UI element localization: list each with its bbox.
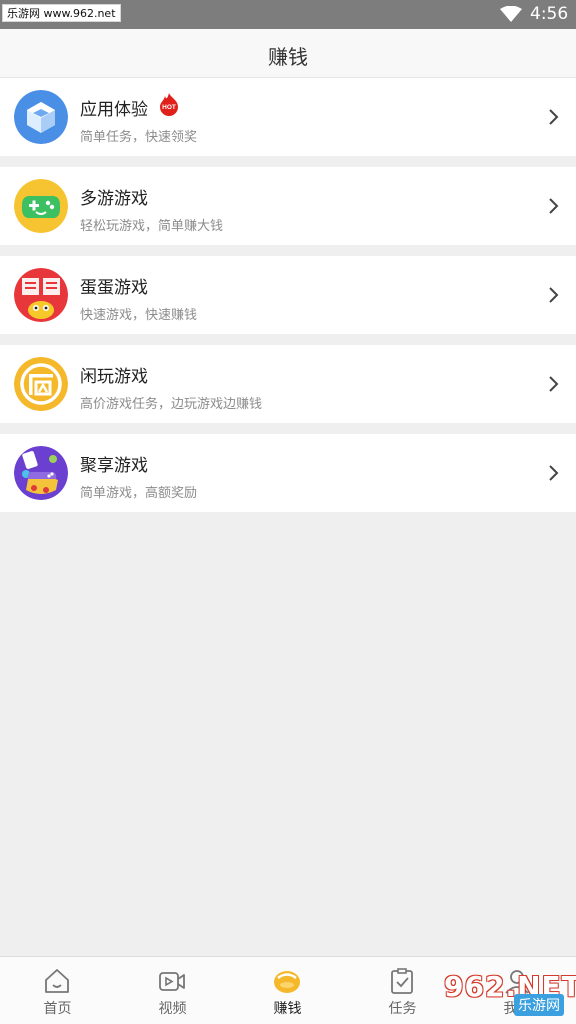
tab-video[interactable]: 视频 (115, 957, 230, 1024)
item-subtitle: 高价游戏任务，边玩游戏边赚钱 (80, 397, 263, 412)
watermark: 乐游网 www.962.net (2, 4, 121, 22)
home-icon (45, 969, 69, 993)
item-title: 应用体验 (80, 100, 148, 120)
item-title: 蛋蛋游戏 (80, 278, 148, 298)
item-title: 闲玩游戏 (80, 367, 148, 387)
item-title: 聚享游戏 (80, 456, 148, 476)
item-subtitle: 简单任务，快速领奖 (80, 130, 198, 145)
hot-badge-label: HOT (162, 104, 176, 111)
chevron-right-icon (549, 109, 559, 125)
dandan-icon (14, 268, 68, 322)
tab-label: 视频 (158, 1001, 187, 1017)
title-bar: 赚钱 (0, 29, 576, 78)
xianwan-icon (14, 357, 68, 411)
list-item-duoyou[interactable]: 多游游戏 轻松玩游戏，简单赚大钱 (0, 167, 576, 245)
task-icon (391, 968, 413, 994)
item-title: 多游游戏 (80, 189, 148, 209)
item-subtitle: 轻松玩游戏，简单赚大钱 (80, 219, 224, 234)
gamepad-icon (14, 179, 68, 233)
item-subtitle: 快速游戏，快速赚钱 (80, 308, 198, 323)
tab-earn[interactable]: 赚钱 (230, 957, 345, 1024)
site-watermark: 962.NET 乐游网 (436, 966, 576, 1020)
coin-icon (274, 971, 300, 993)
page-title: 赚钱 (268, 45, 308, 69)
tab-home[interactable]: 首页 (0, 957, 115, 1024)
hot-badge-icon: HOT (160, 93, 178, 116)
chevron-right-icon (549, 198, 559, 214)
list-item-juxiang[interactable]: 聚享游戏 简单游戏，高额奖励 (0, 434, 576, 512)
tab-label: 赚钱 (273, 1001, 302, 1017)
item-subtitle: 简单游戏，高额奖励 (80, 486, 198, 501)
list-item-app-experience[interactable]: 应用体验 简单任务，快速领奖 (0, 78, 576, 156)
wifi-icon (500, 6, 522, 22)
juxiang-icon (14, 446, 68, 500)
watermark-sub: 乐游网 (514, 994, 564, 1016)
clock: 4:56 (530, 4, 569, 24)
chevron-right-icon (549, 465, 559, 481)
app-box-icon (14, 90, 68, 144)
chevron-right-icon (549, 376, 559, 392)
status-bar: 乐游网 www.962.net 4:56 (0, 0, 576, 29)
list-item-dandan[interactable]: 蛋蛋游戏 快速游戏，快速赚钱 (0, 256, 576, 334)
video-icon (159, 972, 185, 991)
chevron-right-icon (549, 287, 559, 303)
tab-label: 首页 (43, 1001, 72, 1017)
list-item-xianwan[interactable]: 闲玩游戏 高价游戏任务，边玩游戏边赚钱 (0, 345, 576, 423)
